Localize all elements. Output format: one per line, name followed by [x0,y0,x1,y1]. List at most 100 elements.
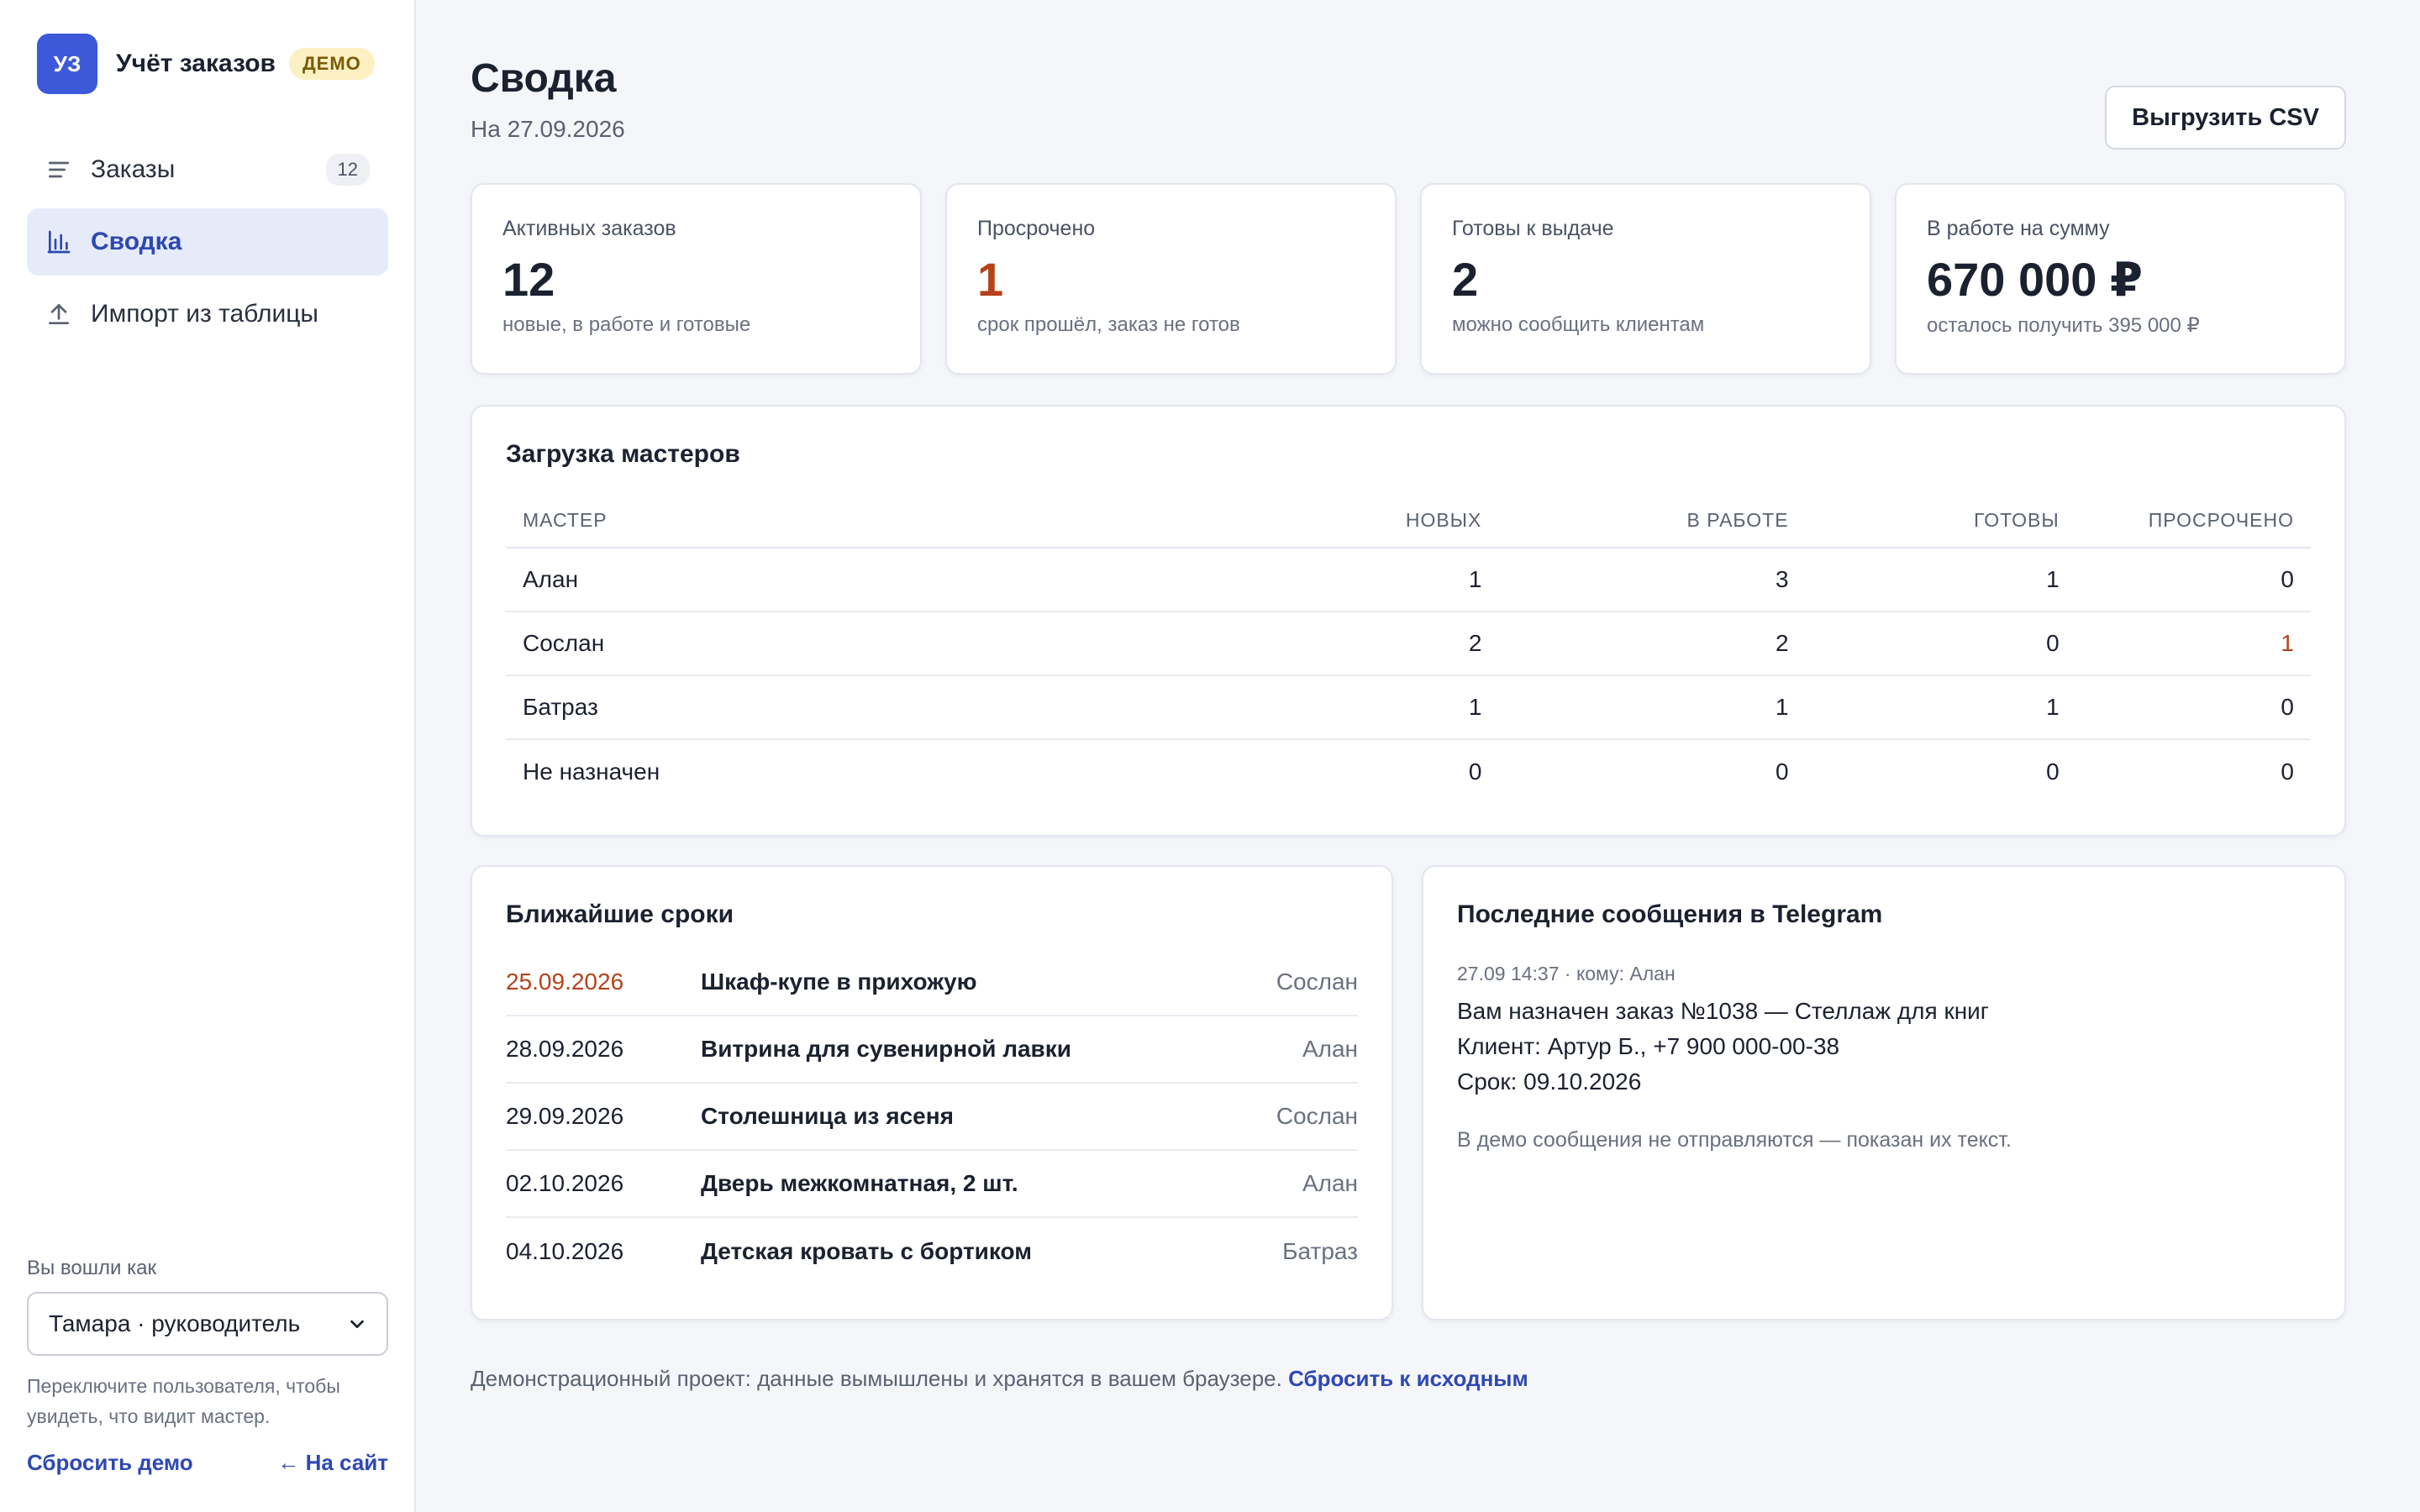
order-name: Витрина для сувенирной лавки [701,1036,1071,1062]
footer-text: Демонстрационный проект: данные вымышлен… [471,1366,1282,1391]
column-header: МАСТЕР [506,494,1228,549]
page-title: Сводка [471,56,617,101]
stat-value: 2 [1452,253,1479,306]
table-cell: 0 [1775,758,1789,785]
footer: Демонстрационный проект: данные вымышлен… [471,1366,1528,1392]
stat-sub: новые, в работе и готовые [502,313,751,336]
sidebar-item-label: Заказы [91,155,176,183]
order-master: Алан [1302,1170,1358,1196]
masters-load-card: Загрузка мастеров МАСТЕР НОВЫХ В РАБОТЕ … [471,405,2346,837]
user-hint: Переключите пользователя, чтобы увидеть,… [27,1375,340,1427]
table-cell: 1 [2075,612,2311,676]
table-cell: 2 [1228,612,1499,676]
card-title: Загрузка мастеров [506,440,740,468]
upload-icon [49,304,69,324]
table-cell: Сослан [506,612,1228,676]
table-cell: 1 [1228,548,1499,612]
table-cell: 0 [1468,758,1482,785]
table-row: Сослан 2 2 0 1 [506,612,2311,676]
table-cell: 1 [1805,675,2076,740]
message-line: Вам назначен заказ №1038 — Стеллаж для к… [1457,998,1990,1024]
sidebar-item-orders[interactable]: Заказы 12 [27,136,388,203]
list-icon [49,161,69,178]
stat-card-active: Активных заказов 12 новые, в работе и го… [471,183,922,375]
demo-note: В демо сообщения не отправляются — показ… [1457,1128,2012,1152]
user-select[interactable]: Тамара · руководитель [27,1292,388,1356]
list-item[interactable]: 25.09.2026 Шкаф-купе в прихожую Сослан [506,949,1358,1016]
user-switcher: Вы вошли как Тамара · руководитель Перек… [27,1257,388,1476]
reset-demo-link[interactable]: Сбросить демо [27,1450,193,1476]
deadline-date: 02.10.2026 [506,1170,624,1196]
brand-name: Учёт заказов [116,50,276,77]
table-cell: Батраз [506,675,1228,740]
page-date: На 27.09.2026 [471,116,625,142]
table-cell: 0 [2281,758,2294,785]
deadline-date: 28.09.2026 [506,1036,624,1062]
order-name: Дверь межкомнатная, 2 шт. [701,1170,1018,1196]
stat-value: 12 [502,253,555,306]
stat-card-ready: Готовы к выдаче 2 можно сообщить клиента… [1420,183,1871,375]
sidebar-item-summary[interactable]: Сводка [27,208,388,276]
chevron-down-icon [350,1320,364,1329]
stat-card-sum: В работе на сумму 670 000 ₽ осталось пол… [1895,183,2346,375]
table-cell: 1 [1228,675,1499,740]
back-to-site-link[interactable]: ← На сайт [277,1450,388,1476]
table-header-row: МАСТЕР НОВЫХ В РАБОТЕ ГОТОВЫ ПРОСРОЧЕНО [506,494,2311,549]
brand[interactable]: УЗ Учёт заказов ДЕМО [37,34,375,94]
deadline-date: 04.10.2026 [506,1238,624,1264]
stat-sub: можно сообщить клиентам [1452,313,1705,336]
sidebar-item-import[interactable]: Импорт из таблицы [27,281,388,348]
order-name: Детская кровать с бортиком [701,1238,1032,1264]
table-cell: 3 [1498,548,1806,612]
table-row: Батраз 1 1 1 0 [506,675,2311,740]
telegram-messages-card: Последние сообщения в Telegram 27.09 14:… [1422,865,2346,1320]
stat-label: Активных заказов [502,217,676,240]
list-item[interactable]: 02.10.2026 Дверь межкомнатная, 2 шт. Ала… [506,1151,1358,1218]
order-master: Батраз [1282,1238,1358,1264]
brand-logo: УЗ [37,34,97,94]
deadline-date: 25.09.2026 [506,969,624,995]
sidebar-item-label: Сводка [91,228,182,255]
card-title: Ближайшие сроки [506,900,734,928]
stat-sub: срок прошёл, заказ не готов [977,313,1240,336]
order-name: Столешница из ясеня [701,1103,954,1129]
column-header: НОВЫХ [1228,494,1499,549]
masters-table: МАСТЕР НОВЫХ В РАБОТЕ ГОТОВЫ ПРОСРОЧЕНО … [506,494,2311,803]
column-header: ПРОСРОЧЕНО [2075,494,2311,549]
orders-count-badge: 12 [325,154,370,186]
deadlines-list: 25.09.2026 Шкаф-купе в прихожую Сослан 2… [506,949,1358,1285]
table-row: Алан 1 3 1 0 [506,548,2311,612]
stat-value: 670 000 ₽ [1927,253,2143,306]
table-cell: 2 [1498,612,1806,676]
export-csv-button[interactable]: Выгрузить CSV [2105,86,2346,150]
list-item[interactable]: 28.09.2026 Витрина для сувенирной лавки … [506,1016,1358,1084]
message-line: Срок: 09.10.2026 [1457,1068,1642,1095]
table-cell: Не назначен [523,758,660,785]
sidebar-nav: Заказы 12 Сводка Импорт из таблицы [27,136,388,353]
stat-value: 1 [977,253,1004,306]
table-cell: 1 [1498,675,1806,740]
table-cell: 1 [1805,548,2076,612]
stat-label: Просрочено [977,217,1096,240]
bar-chart-icon [47,230,71,254]
deadline-date: 29.09.2026 [506,1103,624,1129]
order-master: Сослан [1276,969,1358,995]
column-header: ГОТОВЫ [1805,494,2076,549]
stat-sub: осталось получить 395 000 ₽ [1927,314,2200,337]
table-row: Не назначен 0 0 0 0 [506,739,2311,803]
stats-row: Активных заказов 12 новые, в работе и го… [471,183,2346,375]
list-item[interactable]: 29.09.2026 Столешница из ясеня Сослан [506,1084,1358,1151]
order-name: Шкаф-купе в прихожую [701,969,977,995]
table-cell: 0 [1805,612,2076,676]
stat-label: В работе на сумму [1927,217,2110,240]
demo-badge: ДЕМО [289,48,375,80]
column-header: В РАБОТЕ [1498,494,1806,549]
sidebar-item-label: Импорт из таблицы [91,300,318,328]
message-meta: 27.09 14:37 · кому: Алан [1457,963,1676,984]
table-cell: 0 [2075,675,2311,740]
table-cell: Алан [506,548,1228,612]
reset-to-defaults-link[interactable]: Сбросить к исходным [1288,1366,1528,1391]
sidebar: УЗ Учёт заказов ДЕМО Заказы 12 Сводка Им… [0,0,416,1512]
list-item[interactable]: 04.10.2026 Детская кровать с бортиком Ба… [506,1218,1358,1285]
message-body: Вам назначен заказ №1038 — Стеллаж для к… [1457,994,2311,1100]
